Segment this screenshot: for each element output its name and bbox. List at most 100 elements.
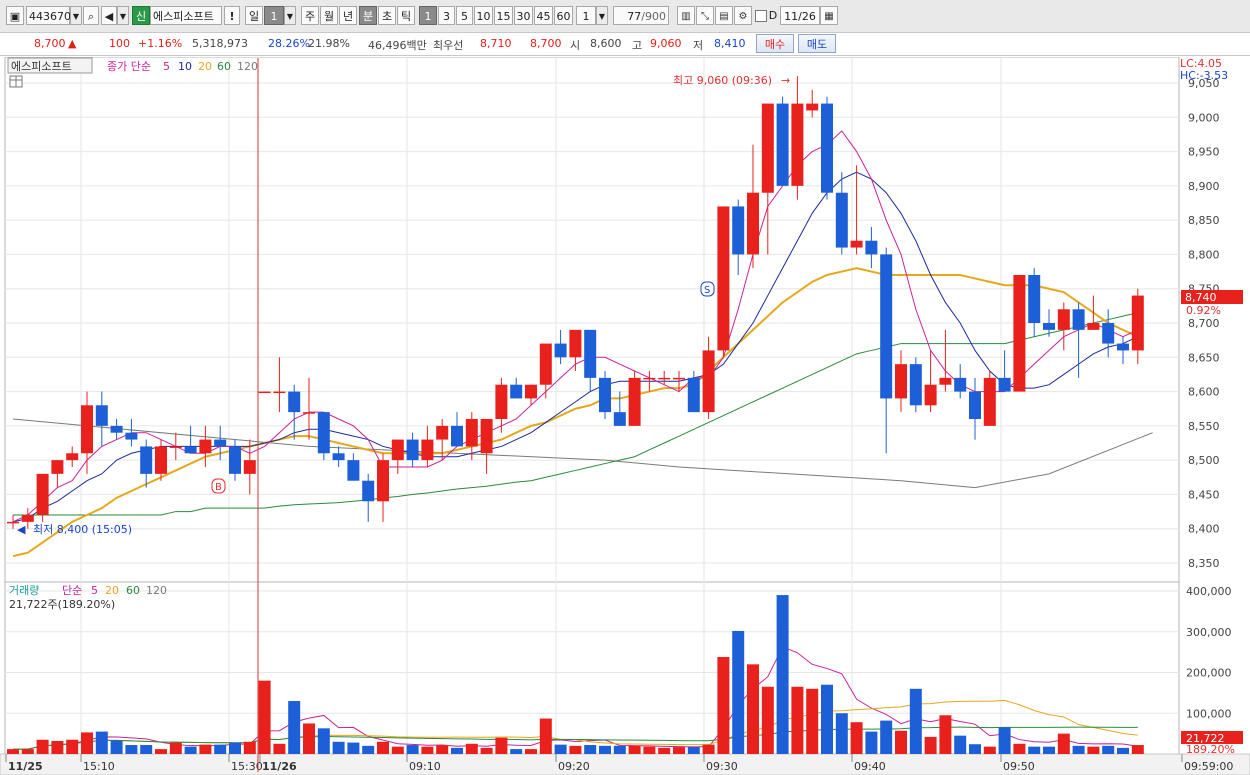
period-number-field[interactable]: 1 [264, 6, 284, 25]
time-tick-label: 09:59:00 [1184, 760, 1233, 773]
speaker-dropdown-icon[interactable]: ▼ [117, 6, 129, 25]
volume-bar [761, 686, 774, 754]
time-tick-label: 09:30 [706, 760, 738, 773]
interval-value-field[interactable]: 1 [576, 6, 596, 25]
volume-legend-ma5: 5 [91, 584, 98, 597]
interval-30-button[interactable]: 30 [514, 6, 533, 25]
candle-body [451, 425, 463, 447]
volume-bar [673, 747, 685, 754]
legend-stock-name: 에스피소프트 [11, 60, 72, 73]
interval-45-button[interactable]: 45 [534, 6, 553, 25]
candle-body [95, 405, 108, 426]
time-tick-label: 11/26 [262, 760, 297, 773]
legend-ma20: 20 [198, 60, 212, 73]
period-day-button[interactable]: 일 [245, 6, 263, 25]
volume-bar [155, 749, 167, 754]
candle-body [835, 192, 848, 248]
period-tick-button[interactable]: 틱 [397, 6, 415, 25]
volume-bar [865, 731, 878, 754]
credit-badge: 신 [132, 6, 150, 25]
price-tick-label: 8,900 [1188, 180, 1220, 193]
stock-name-field[interactable]: 에스피소프트 [150, 6, 222, 25]
price-tick-label: 8,600 [1188, 386, 1220, 399]
interval-1-button[interactable]: 1 [419, 6, 437, 25]
candle-body [791, 103, 804, 186]
candle-body [732, 206, 745, 255]
interval-5-button[interactable]: 5 [456, 6, 473, 25]
window-icon[interactable]: ▣ [6, 6, 24, 25]
high-label: 고 [632, 39, 643, 52]
volume-bar [954, 735, 967, 754]
candle-body [288, 391, 301, 413]
speaker-icon[interactable]: ◀ [101, 6, 117, 25]
interval-dropdown-icon[interactable]: ▼ [596, 6, 608, 25]
search-icon[interactable]: ⌕ [83, 6, 99, 25]
code-dropdown-icon[interactable]: ▼ [70, 6, 82, 25]
date-checkbox[interactable] [755, 6, 767, 25]
candle-body [81, 405, 93, 454]
date-checkbox-label: D [768, 9, 778, 22]
candle-body [140, 446, 153, 474]
price-chart[interactable]: 9,0509,0008,9508,9008,8508,8008,7508,700… [0, 57, 1250, 775]
volume-bar [613, 745, 626, 754]
buy-signal-marker[interactable]: B [211, 478, 226, 494]
candle-body [821, 103, 833, 193]
volume-bar [347, 742, 360, 754]
legend-series: 종가 단순 [107, 60, 151, 73]
interval-15-button[interactable]: 15 [494, 6, 513, 25]
legend-ma120: 120 [237, 60, 258, 73]
price-tick-label: 8,850 [1188, 214, 1220, 227]
interval-60-button[interactable]: 60 [554, 6, 573, 25]
volume-bar [214, 744, 227, 754]
sell-signal-marker[interactable]: S [700, 281, 715, 297]
buy-button[interactable]: 매수 [756, 34, 794, 53]
period-dropdown-icon[interactable]: ▼ [284, 6, 296, 25]
candle-body [613, 412, 626, 426]
save-icon[interactable]: ▤ [715, 6, 733, 25]
volume-bar [1102, 745, 1115, 754]
volume-bar [1043, 746, 1055, 754]
period-second-button[interactable]: 초 [378, 6, 396, 25]
gear-icon[interactable]: ⚙ [734, 6, 752, 25]
count-field[interactable]: 77/900 [613, 6, 669, 25]
sell-button[interactable]: 매도 [798, 34, 836, 53]
candle-body [1102, 323, 1115, 344]
volume-bar [969, 744, 981, 754]
period-month-button[interactable]: 월 [320, 6, 338, 25]
time-tick-label: 11/25 [8, 760, 43, 773]
candle-body [909, 364, 922, 406]
stock-code-input[interactable]: 443670 [26, 6, 71, 25]
candle-body [628, 377, 641, 426]
volume-bar [377, 741, 389, 754]
volume-bar [983, 746, 996, 754]
warning-button[interactable]: ! [224, 6, 240, 25]
price-tick-label: 8,550 [1188, 420, 1220, 433]
price-tick-label: 8,650 [1188, 351, 1220, 364]
volume-bar [525, 749, 537, 754]
last-price-percent: 0.92% [1186, 304, 1221, 317]
crosshair-icon[interactable]: ⤡ [696, 6, 714, 25]
current-price: 8,700 [34, 37, 66, 50]
period-minute-button[interactable]: 분 [359, 6, 377, 25]
candle-type-icon[interactable]: ▥ [677, 6, 695, 25]
volume-bar [51, 740, 64, 754]
period-week-button[interactable]: 주 [301, 6, 319, 25]
candle-body [436, 425, 449, 440]
calendar-icon[interactable]: ▦ [820, 6, 838, 25]
candle-body [332, 453, 345, 461]
candle-body [1043, 323, 1055, 330]
period-year-button[interactable]: 년 [339, 6, 357, 25]
candle-body [998, 377, 1011, 392]
interval-10-button[interactable]: 10 [474, 6, 493, 25]
volume-bar [1117, 747, 1129, 754]
candle-body [1057, 309, 1070, 330]
volume-bar [110, 740, 123, 754]
candle-body [377, 460, 389, 502]
interval-3-button[interactable]: 3 [438, 6, 455, 25]
candle-body [66, 453, 79, 461]
volume-bar [303, 723, 315, 754]
candle-body [717, 206, 730, 351]
price-change: 100 [109, 37, 130, 50]
date-field[interactable]: 11/26 [780, 6, 820, 25]
volume-bar [924, 736, 937, 754]
